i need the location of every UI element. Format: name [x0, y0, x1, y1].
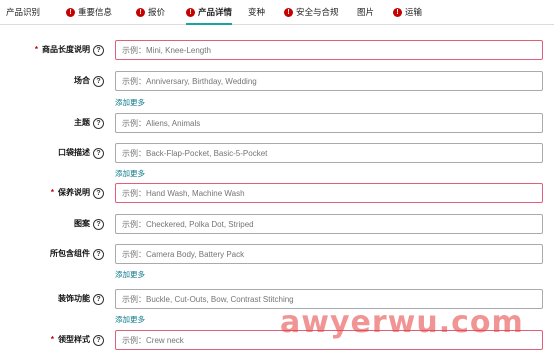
field-label: * 领型样式 ?: [51, 330, 104, 350]
required-mark: *: [50, 188, 54, 197]
tab-label: 重要信息: [78, 7, 113, 17]
field-label: 装饰功能 ?: [58, 289, 104, 309]
field-label: 图案 ?: [74, 214, 104, 234]
included-components-input[interactable]: [115, 244, 543, 264]
active-tab-indicator: [186, 23, 233, 25]
help-icon[interactable]: ?: [93, 218, 104, 230]
field-label-text: 所包含组件: [50, 249, 90, 258]
field-label-text: 图案: [74, 219, 90, 228]
help-icon[interactable]: ?: [93, 44, 104, 56]
field-label-text: 口袋描述: [58, 148, 90, 157]
alert-icon: !: [136, 7, 145, 17]
tab-label: 图片: [357, 7, 375, 17]
tab-images[interactable]: 图片: [357, 0, 374, 24]
care-instructions-input[interactable]: [115, 183, 543, 203]
field-label-text: 保养说明: [58, 188, 90, 197]
pocket-description-input[interactable]: [115, 143, 543, 163]
field-label: * 商品长度说明 ?: [35, 40, 104, 60]
field-label: 口袋描述 ?: [58, 143, 104, 163]
alert-icon: !: [186, 7, 195, 17]
theme-input[interactable]: [115, 113, 543, 133]
alert-icon: !: [284, 7, 293, 17]
help-icon[interactable]: ?: [93, 75, 104, 87]
tab-label: 产品详情: [198, 7, 233, 17]
tab-safety-compliance[interactable]: ! 安全与合规: [284, 0, 339, 24]
field-label-text: 商品长度说明: [42, 45, 90, 54]
pattern-input[interactable]: [115, 214, 543, 234]
help-icon[interactable]: ?: [93, 248, 104, 260]
tab-label: 产品识别: [6, 7, 41, 17]
item-length-input[interactable]: [115, 40, 543, 60]
tab-product-identity[interactable]: 产品识别: [6, 0, 40, 24]
help-icon[interactable]: ?: [93, 293, 104, 305]
tab-bar: 产品识别 ! 重要信息 ! 报价 ! 产品详情 变种 ! 安全与合规 图片 ! …: [0, 0, 554, 25]
alert-icon: !: [66, 7, 75, 17]
tab-variations[interactable]: 变种: [248, 0, 265, 24]
help-icon[interactable]: ?: [93, 187, 104, 199]
field-label: 主题 ?: [74, 113, 104, 133]
field-label-text: 场合: [74, 76, 90, 85]
alert-icon: !: [393, 7, 402, 17]
field-label-text: 装饰功能: [58, 294, 90, 303]
tab-label: 变种: [248, 7, 266, 17]
add-more-link[interactable]: 添加更多: [115, 314, 145, 325]
required-mark: *: [50, 335, 54, 344]
tab-label: 报价: [148, 7, 166, 17]
add-more-link[interactable]: 添加更多: [115, 168, 145, 179]
field-label: * 保养说明 ?: [51, 183, 104, 203]
field-label-text: 领型样式: [58, 335, 90, 344]
help-icon[interactable]: ?: [93, 117, 104, 129]
help-icon[interactable]: ?: [93, 334, 104, 346]
add-more-link[interactable]: 添加更多: [115, 97, 145, 108]
tab-label: 运输: [405, 7, 423, 17]
add-more-link[interactable]: 添加更多: [115, 269, 145, 280]
tab-product-details[interactable]: ! 产品详情: [186, 0, 233, 25]
tab-label: 安全与合规: [296, 7, 339, 17]
field-label: 所包含组件 ?: [50, 244, 104, 264]
occasion-input[interactable]: [115, 71, 543, 91]
help-icon[interactable]: ?: [93, 147, 104, 159]
tab-vital-info[interactable]: ! 重要信息: [66, 0, 112, 24]
field-label-text: 主题: [74, 118, 90, 127]
watermark: awyerwu.com: [280, 305, 524, 340]
tab-offer[interactable]: ! 报价: [136, 0, 165, 24]
field-label: 场合 ?: [74, 71, 104, 91]
required-mark: *: [34, 45, 38, 54]
tab-shipping[interactable]: ! 运输: [393, 0, 422, 24]
